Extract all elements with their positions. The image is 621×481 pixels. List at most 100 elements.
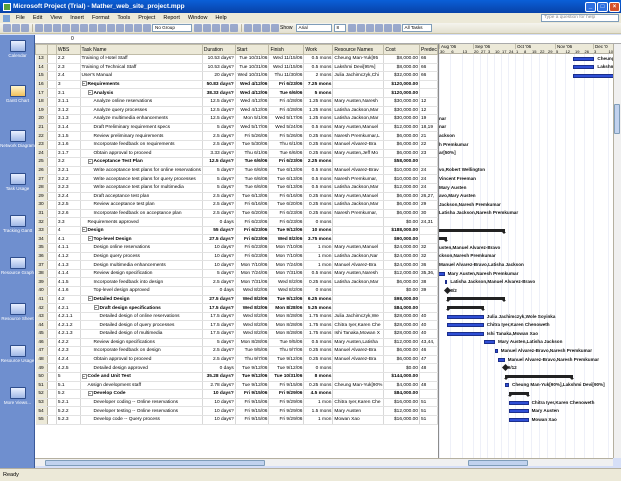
- indicator-cell[interactable]: [47, 63, 57, 73]
- resource-names-cell[interactable]: Latisha Jackson,Mar: [332, 114, 385, 124]
- predecessors-cell[interactable]: 35,36,: [419, 269, 438, 279]
- task-name-cell[interactable]: Obtain approval to proceed: [80, 355, 203, 365]
- duration-cell[interactable]: 17.5 days?: [202, 312, 236, 322]
- row-number[interactable]: 15: [35, 71, 48, 81]
- indicator-cell[interactable]: [47, 389, 57, 399]
- indicator-cell[interactable]: [47, 183, 57, 193]
- finish-cell[interactable]: Mon 8/28/06: [268, 320, 305, 330]
- gantt-summary-bar[interactable]: [439, 228, 507, 234]
- task-name-cell[interactable]: Review design specification: [80, 269, 203, 279]
- work-cell[interactable]: 0.25 mons: [303, 149, 334, 159]
- start-cell[interactable]: Fri 6/23/06: [235, 252, 270, 262]
- predecessors-cell[interactable]: 21: [419, 131, 438, 141]
- finish-cell[interactable]: Fri 4/28/06: [268, 97, 305, 107]
- open-icon[interactable]: [12, 24, 20, 32]
- start-cell[interactable]: Fri 9/15/06: [235, 389, 270, 399]
- wbs-cell[interactable]: 4.2.4: [56, 355, 81, 365]
- work-cell[interactable]: 7.25 mons: [303, 80, 334, 90]
- resource-names-cell[interactable]: Naresh Premkumar,: [332, 174, 385, 184]
- collapse-toggle-icon[interactable]: −: [81, 227, 87, 233]
- collapse-icon[interactable]: [271, 24, 279, 32]
- start-cell[interactable]: Wed 8/2/06: [235, 312, 270, 322]
- task-name-cell[interactable]: Analyze multimedia enhancements: [80, 114, 203, 124]
- finish-cell[interactable]: Mon 7/10/06: [268, 243, 305, 253]
- start-cell[interactable]: Fri 9/15/06: [235, 406, 270, 416]
- finish-cell[interactable]: Wed 5/24/06: [268, 123, 305, 133]
- work-cell[interactable]: 10 mons: [303, 226, 334, 236]
- task-name-cell[interactable]: − Design: [80, 226, 203, 236]
- cost-cell[interactable]: $8,000.00: [383, 63, 420, 73]
- task-info-icon[interactable]: [125, 24, 133, 32]
- gantt-task-bar[interactable]: [495, 349, 498, 353]
- indicator-cell[interactable]: [47, 166, 57, 176]
- gantt-horizontal-scrollbar[interactable]: [438, 458, 613, 466]
- resource-names-cell[interactable]: Mowan Xao: [332, 415, 385, 425]
- indicator-cell[interactable]: [47, 131, 57, 141]
- predecessors-cell[interactable]: 38: [419, 277, 438, 288]
- row-number[interactable]: 14: [35, 63, 48, 73]
- duration-cell[interactable]: 35.28 days?: [202, 372, 236, 382]
- finish-cell[interactable]: Thu 6/1/06: [268, 140, 305, 150]
- indicator-cell[interactable]: [47, 80, 57, 90]
- resource-names-cell[interactable]: [332, 303, 385, 313]
- resource-names-cell[interactable]: Mary Austen,Manuel: [332, 243, 385, 253]
- wbs-cell[interactable]: 3.2.5: [56, 200, 81, 210]
- table-row[interactable]: 39 4.1.5 Incorporate feedback into design 2…: [35, 277, 438, 288]
- view-resource-usage[interactable]: Resource Usage: [0, 345, 35, 363]
- wbs-header[interactable]: WBS: [55, 44, 81, 55]
- start-cell[interactable]: Thu 6/1/06: [235, 149, 270, 159]
- resource-names-cell[interactable]: Mary Austen,Jeff Mo: [332, 149, 385, 159]
- predecessors-cell[interactable]: 66: [419, 71, 438, 81]
- wbs-cell[interactable]: 4.2.2: [56, 338, 81, 348]
- predecessors-cell[interactable]: 29: [419, 200, 438, 210]
- goto-task-icon[interactable]: [212, 24, 220, 32]
- spelling-icon[interactable]: [53, 24, 61, 32]
- finish-cell[interactable]: Mon 7/10/06: [268, 252, 305, 262]
- cost-cell[interactable]: $12,000.00: [383, 183, 420, 193]
- finish-cell[interactable]: Tue 9/12/06: [268, 355, 305, 365]
- row-number[interactable]: 18: [35, 97, 48, 107]
- task-name-cell[interactable]: User's Manual: [80, 71, 203, 81]
- cost-cell[interactable]: $144,000.00: [383, 372, 420, 382]
- help-search-input[interactable]: Type a question for help: [541, 14, 619, 22]
- predecessors-cell[interactable]: 26,27,: [419, 192, 438, 202]
- link-icon[interactable]: [98, 24, 106, 32]
- cost-cell[interactable]: $120,000.00: [383, 88, 420, 98]
- cost-cell[interactable]: $24,000.00: [383, 260, 420, 270]
- start-cell[interactable]: Wed 10/31/06: [235, 71, 270, 81]
- table-row[interactable]: 20 3.1.3 Analyze multimedia enhancements 12…: [35, 114, 438, 124]
- resource-names-cell[interactable]: Latisha Jackson,Mar: [332, 200, 385, 210]
- finish-cell[interactable]: Tue 9/5/06: [268, 338, 305, 348]
- table-row[interactable]: 42 4.2.1− Draft design specifications 17.5 …: [35, 303, 438, 313]
- predecessors-cell[interactable]: 24: [419, 183, 438, 193]
- resource-names-cell[interactable]: [332, 372, 385, 382]
- start-cell[interactable]: Tue 6/13/06: [235, 192, 270, 202]
- menu-file[interactable]: File: [12, 15, 29, 21]
- finish-cell[interactable]: Fri 6/23/06: [268, 217, 305, 227]
- menu-format[interactable]: Format: [88, 15, 113, 21]
- finish-cell[interactable]: Tue 6/6/06: [268, 149, 305, 159]
- wbs-cell[interactable]: 3.1.5: [56, 131, 81, 141]
- resource-names-cell[interactable]: [332, 389, 385, 399]
- finish-cell[interactable]: Mon 7/24/06: [268, 260, 305, 270]
- work-cell[interactable]: 0.25 mons: [303, 346, 334, 356]
- duration-cell[interactable]: 5 days?: [202, 183, 236, 193]
- predecessors-cell[interactable]: [419, 80, 438, 90]
- work-cell[interactable]: 1.25 mons: [303, 114, 334, 124]
- row-number[interactable]: 24: [35, 149, 48, 159]
- finish-cell[interactable]: Wed 5/17/06: [268, 114, 305, 124]
- paste-icon[interactable]: [80, 24, 88, 32]
- indicator-cell[interactable]: [47, 243, 57, 253]
- resource-names-cell[interactable]: [332, 217, 385, 227]
- cost-cell[interactable]: $24,000.00: [383, 243, 420, 253]
- cost-cell[interactable]: $10,000.00: [383, 166, 420, 176]
- row-number[interactable]: 27: [35, 174, 48, 184]
- finish-cell[interactable]: Fri 6/16/06: [268, 192, 305, 202]
- table-row[interactable]: 28 3.2.3 Write acceptance test plans for m…: [35, 183, 438, 193]
- gantt-task-bar[interactable]: [497, 357, 505, 362]
- row-number[interactable]: 42: [35, 303, 48, 313]
- start-cell[interactable]: Mon 7/31/06: [235, 277, 270, 288]
- work-cell[interactable]: 1.75 mons: [303, 329, 334, 339]
- finish-cell[interactable]: Thu 9/7/06: [268, 346, 305, 356]
- cost-cell[interactable]: $98,000.00: [383, 295, 420, 305]
